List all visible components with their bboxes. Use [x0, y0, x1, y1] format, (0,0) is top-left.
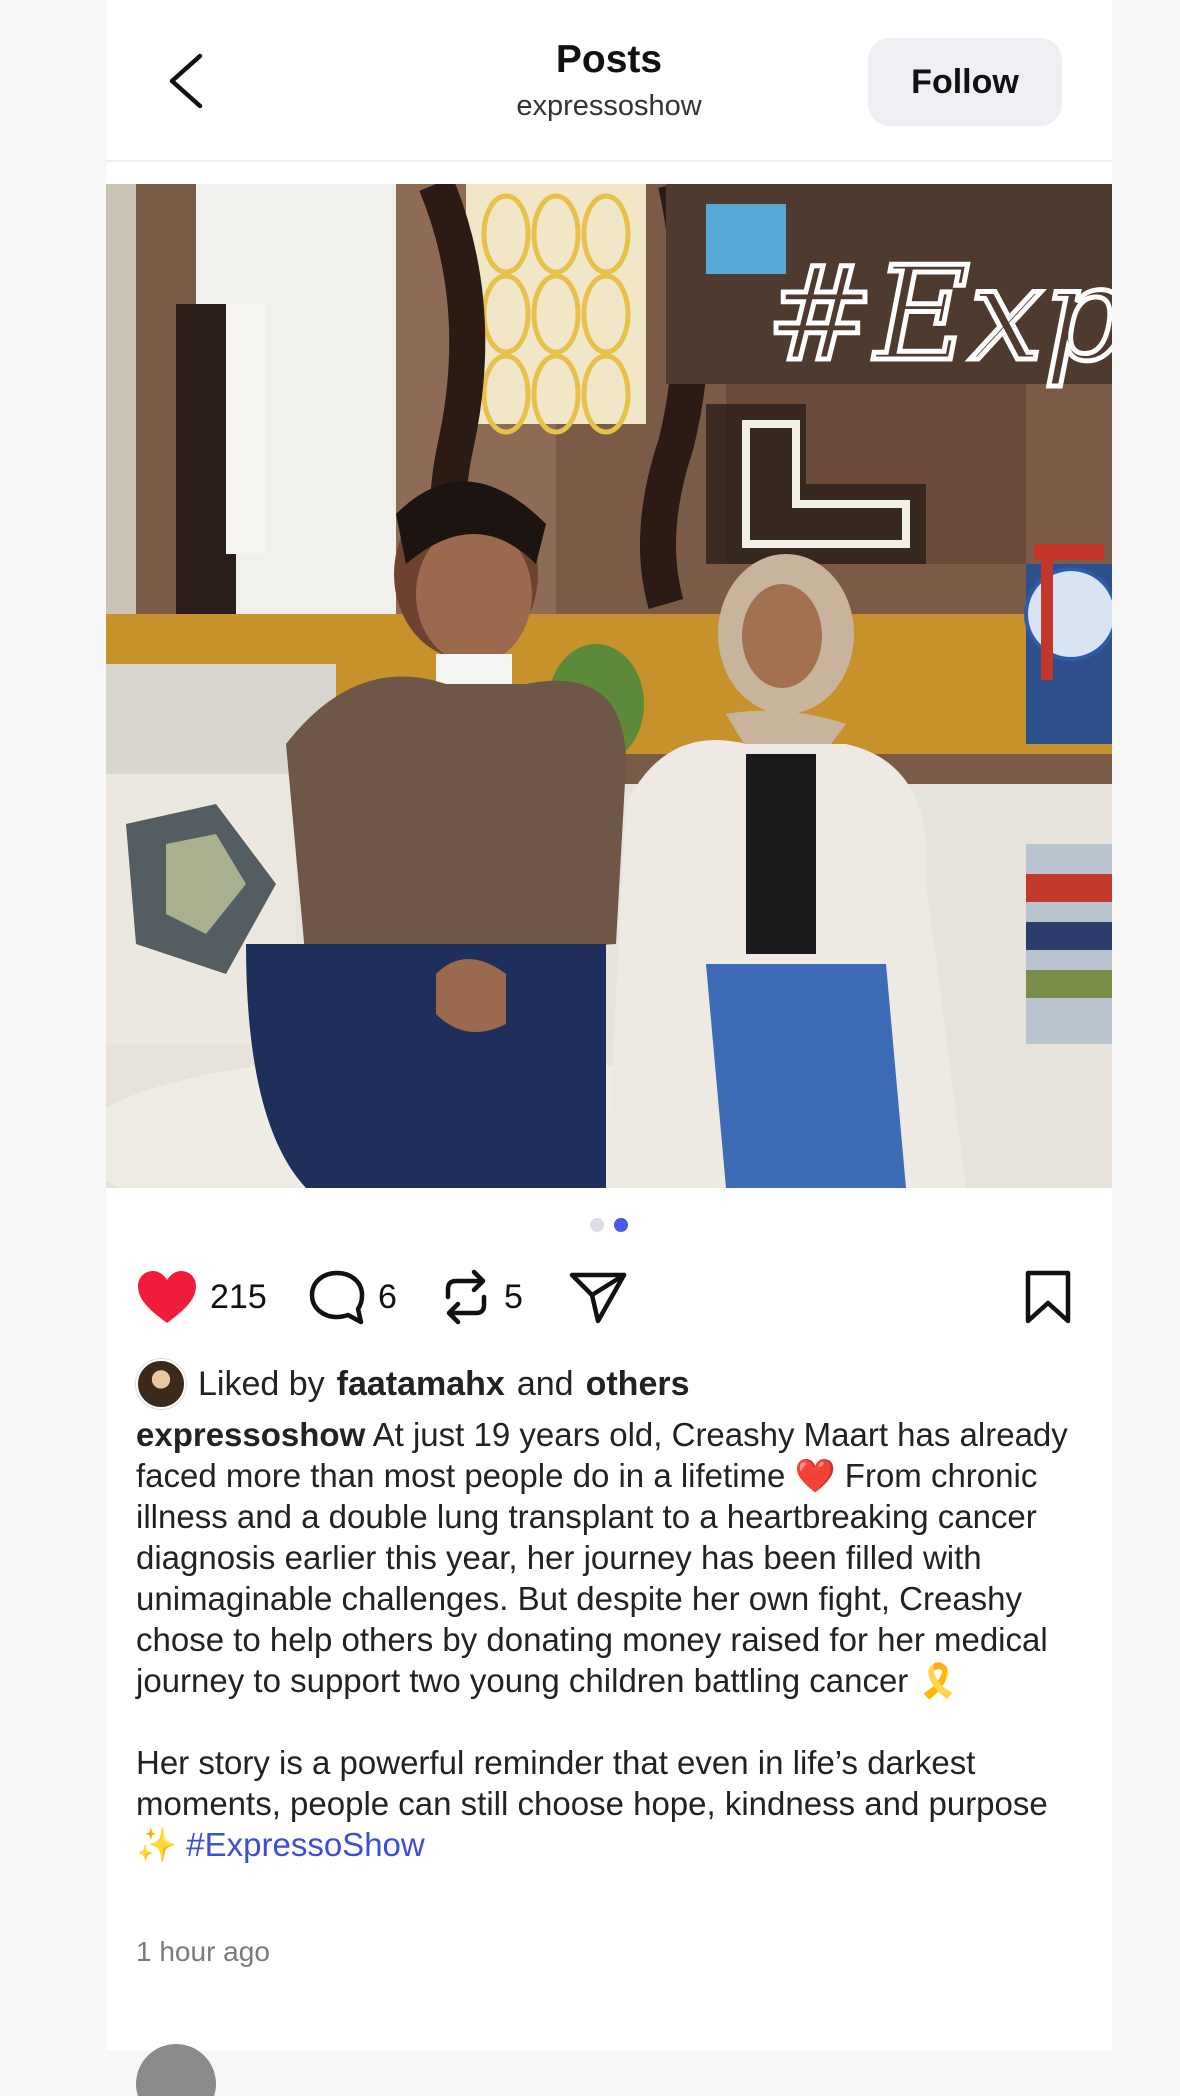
- hashtag-link[interactable]: #ExpressoShow: [186, 1826, 424, 1863]
- liked-by-joiner: and: [516, 1364, 574, 1403]
- post-caption: expressoshow At just 19 years old, Creas…: [136, 1414, 1086, 1865]
- share-icon: [569, 1272, 627, 1324]
- liked-by-others[interactable]: others: [586, 1365, 690, 1404]
- header: Posts expressoshow Follow: [106, 0, 1112, 162]
- like-count: 215: [210, 1277, 267, 1316]
- liked-by-prefix: Liked by: [198, 1364, 325, 1403]
- comment-button[interactable]: 6: [308, 1262, 397, 1332]
- liker-avatar[interactable]: [136, 1359, 186, 1409]
- post-image[interactable]: #Expr: [106, 184, 1112, 1188]
- repost-button[interactable]: 5: [440, 1262, 523, 1332]
- caption-text: At just 19 years old, Creashy Maart has …: [136, 1416, 1068, 1699]
- post-timestamp: 1 hour ago: [136, 1936, 270, 1967]
- share-button[interactable]: [568, 1262, 628, 1332]
- neon-sign-text: #Expr: [766, 238, 1112, 390]
- carousel-indicator: [106, 1218, 1112, 1232]
- like-button[interactable]: 215: [136, 1262, 267, 1332]
- repost-icon: [445, 1269, 487, 1325]
- comment-icon: [309, 1270, 365, 1325]
- caption-username[interactable]: expressoshow: [136, 1416, 365, 1453]
- next-post-avatar[interactable]: [136, 2044, 216, 2096]
- liked-by: Liked by faatamahx and others: [136, 1358, 690, 1410]
- heart-icon: [138, 1271, 196, 1323]
- carousel-dot[interactable]: [590, 1218, 604, 1232]
- action-bar: 215 6 5: [136, 1262, 1082, 1332]
- bookmark-icon: [1025, 1270, 1071, 1324]
- liked-by-user[interactable]: faatamahx: [337, 1365, 505, 1404]
- carousel-dot-active[interactable]: [614, 1218, 628, 1232]
- follow-button[interactable]: Follow: [868, 38, 1062, 126]
- repost-count: 5: [504, 1277, 523, 1316]
- post-card: Posts expressoshow Follow #Ex 215 6 5 Li…: [106, 0, 1112, 2096]
- bookmark-button[interactable]: [1024, 1262, 1072, 1332]
- comment-count: 6: [378, 1277, 397, 1316]
